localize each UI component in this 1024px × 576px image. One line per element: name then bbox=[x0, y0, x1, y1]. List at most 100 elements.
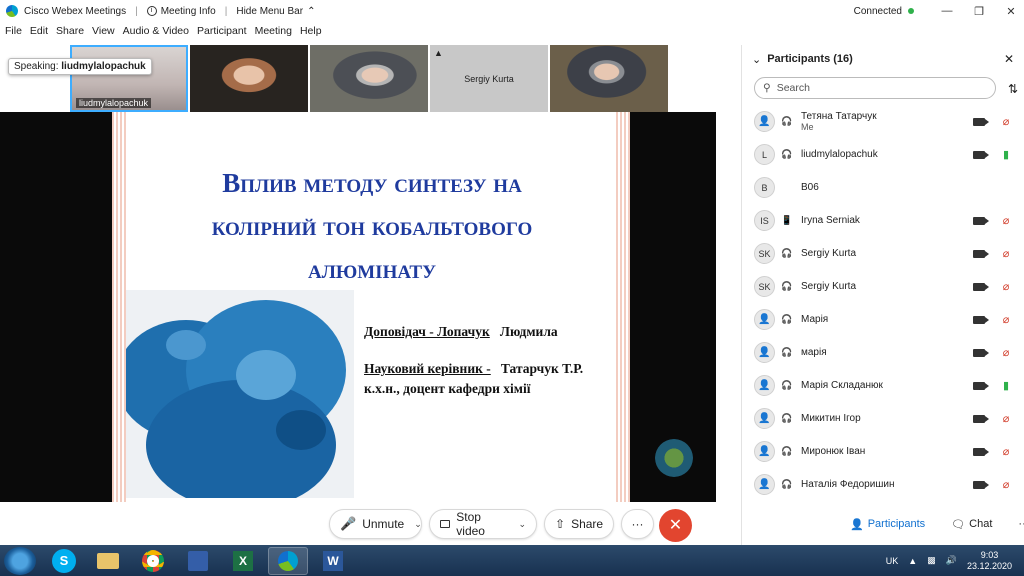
close-panel-button[interactable]: ✕ bbox=[1004, 52, 1014, 66]
menu-edit[interactable]: Edit bbox=[26, 25, 52, 42]
participant-row[interactable]: 👤 🎧 Марія ⌀ bbox=[742, 303, 1024, 336]
restore-button[interactable]: ❐ bbox=[966, 5, 992, 18]
participants-tab-label: Participants bbox=[867, 518, 926, 530]
participant-status: ⌀ bbox=[973, 313, 1011, 326]
video-tile[interactable] bbox=[310, 45, 428, 112]
participant-row[interactable]: B B06 bbox=[742, 171, 1024, 204]
headset-icon: 🎧 bbox=[781, 314, 793, 324]
shared-content-stage: Вплив методу синтезу на колірний тон коб… bbox=[0, 112, 741, 502]
mic-on-icon[interactable]: ▮ bbox=[1001, 148, 1011, 161]
chevron-down-icon[interactable]: ⌄ bbox=[414, 519, 422, 530]
mic-muted-icon[interactable]: ⌀ bbox=[1001, 214, 1011, 227]
webex-taskbar-icon[interactable] bbox=[268, 546, 308, 575]
video-tile[interactable]: liudmylalopachuk bbox=[70, 45, 188, 112]
warning-icon: ▲ bbox=[434, 48, 443, 58]
mic-muted-icon: 🎤 bbox=[340, 516, 357, 531]
video-camera-icon bbox=[973, 249, 989, 258]
slide-title-line: алюмінату bbox=[307, 254, 437, 284]
word-taskbar-icon[interactable]: W bbox=[313, 547, 353, 575]
avatar: 👤 bbox=[754, 441, 775, 462]
hide-menu-bar-button[interactable]: Hide Menu Bar ⌃ bbox=[236, 6, 315, 17]
minimize-button[interactable]: — bbox=[934, 5, 960, 17]
mic-muted-icon[interactable]: ⌀ bbox=[1001, 445, 1011, 458]
network-icon[interactable]: ▩ bbox=[927, 555, 936, 566]
participant-row[interactable]: 👤 🎧 марія ⌀ bbox=[742, 336, 1024, 369]
more-icon: ··· bbox=[631, 517, 644, 531]
mic-muted-icon[interactable]: ⌀ bbox=[1001, 346, 1011, 359]
mic-muted-icon[interactable]: ⌀ bbox=[1001, 115, 1011, 128]
share-button[interactable]: ⇧ Share bbox=[544, 509, 614, 539]
video-tile[interactable] bbox=[550, 45, 668, 112]
language-indicator[interactable]: UK bbox=[886, 556, 899, 566]
participant-name-text: liudmylalopachuk bbox=[801, 149, 878, 160]
mic-muted-icon[interactable]: ⌀ bbox=[1001, 247, 1011, 260]
start-button[interactable] bbox=[4, 546, 36, 575]
chevron-down-icon[interactable]: ⌄ bbox=[518, 519, 526, 530]
menu-share[interactable]: Share bbox=[52, 25, 88, 42]
avatar: 👤 bbox=[754, 474, 775, 495]
video-camera-icon bbox=[973, 315, 989, 324]
webex-logo-icon bbox=[6, 5, 18, 17]
video-tile[interactable]: ▲ Sergiy Kurta bbox=[430, 45, 548, 112]
app-title: Cisco Webex Meetings bbox=[24, 5, 127, 17]
participants-tab-button[interactable]: 👤 Participants bbox=[842, 512, 933, 537]
file-explorer-taskbar-icon[interactable] bbox=[88, 547, 128, 575]
participant-row[interactable]: SK 🎧 Sergiy Kurta ⌀ bbox=[742, 270, 1024, 303]
mic-muted-icon[interactable]: ⌀ bbox=[1001, 313, 1011, 326]
chrome-taskbar-icon[interactable] bbox=[133, 547, 173, 575]
avatar: SK bbox=[754, 276, 775, 297]
phone-icon: 📱 bbox=[781, 215, 793, 225]
participant-name-text: марія bbox=[801, 347, 827, 358]
slide-title: Вплив методу синтезу на колірний тон коб… bbox=[132, 162, 612, 291]
more-icon: ··· bbox=[1018, 518, 1024, 530]
collapse-chevron-icon[interactable]: ⌄ bbox=[752, 53, 761, 66]
chat-icon: 🗨 bbox=[951, 518, 966, 531]
close-window-button[interactable]: ✕ bbox=[998, 5, 1024, 18]
chat-tab-button[interactable]: 🗨 Chat bbox=[943, 512, 1000, 537]
meeting-info-button[interactable]: i Meeting Info bbox=[146, 6, 216, 17]
stop-video-button[interactable]: Stop video ⌄ bbox=[429, 509, 537, 539]
windows-taskbar: S X W UK ▲ ▩ 🔊 9:03 23.12.2020 bbox=[0, 545, 1024, 576]
avatar: 👤 bbox=[754, 111, 775, 132]
more-options-button[interactable]: ··· bbox=[621, 509, 654, 539]
participants-header: ⌄ Participants (16) ✕ bbox=[742, 45, 1024, 73]
menu-help[interactable]: Help bbox=[296, 25, 326, 42]
participant-row[interactable]: IS 📱 Iryna Serniak ⌀ bbox=[742, 204, 1024, 237]
mic-muted-icon[interactable]: ⌀ bbox=[1001, 280, 1011, 293]
menu-audio-video[interactable]: Audio & Video bbox=[119, 25, 193, 42]
chevron-up-icon: ⌃ bbox=[307, 5, 316, 17]
mic-on-icon[interactable]: ▮ bbox=[1001, 379, 1011, 392]
menu-file[interactable]: File bbox=[0, 25, 26, 42]
sort-icon[interactable]: ⇅ bbox=[1008, 82, 1018, 96]
menu-view[interactable]: View bbox=[88, 25, 119, 42]
save-floppy-taskbar-icon[interactable] bbox=[178, 547, 218, 575]
presentation-slide: Вплив методу синтезу на колірний тон коб… bbox=[112, 112, 630, 502]
excel-taskbar-icon[interactable]: X bbox=[223, 547, 263, 575]
video-camera-icon bbox=[973, 480, 989, 489]
participant-row[interactable]: L 🎧 liudmylalopachuk ▮ bbox=[742, 138, 1024, 171]
headset-icon: 🎧 bbox=[781, 413, 793, 423]
panel-more-button[interactable]: ··· bbox=[1010, 512, 1024, 536]
participant-row[interactable]: 👤 🎧 Миронюк Іван ⌀ bbox=[742, 435, 1024, 468]
participant-row[interactable]: 👤 🎧 Марія Складанюк ▮ bbox=[742, 369, 1024, 402]
speaking-label: Speaking: bbox=[14, 61, 59, 72]
tray-arrow-icon[interactable]: ▲ bbox=[908, 556, 917, 566]
skype-taskbar-icon[interactable]: S bbox=[52, 548, 76, 573]
participant-row[interactable]: 👤 🎧 Микитин Ігор ⌀ bbox=[742, 402, 1024, 435]
participant-row[interactable]: SK 🎧 Sergiy Kurta ⌀ bbox=[742, 237, 1024, 270]
mic-muted-icon[interactable]: ⌀ bbox=[1001, 412, 1011, 425]
video-camera-icon bbox=[973, 216, 989, 225]
end-meeting-button[interactable]: ✕ bbox=[659, 509, 692, 542]
participant-search-field[interactable]: ⚲ Search bbox=[754, 77, 996, 99]
headset-icon: 🎧 bbox=[781, 347, 793, 357]
menu-participant[interactable]: Participant bbox=[193, 25, 251, 42]
video-tile[interactable] bbox=[190, 45, 308, 112]
participant-row[interactable]: 👤 🎧 Тетяна Татарчук Me ⌀ bbox=[742, 105, 1024, 138]
unmute-button[interactable]: 🎤 Unmute ⌄ bbox=[329, 509, 422, 539]
hide-menu-label: Hide Menu Bar bbox=[236, 5, 304, 17]
mic-muted-icon[interactable]: ⌀ bbox=[1001, 478, 1011, 491]
participant-row[interactable]: 👤 🎧 Наталія Федоришин ⌀ bbox=[742, 468, 1024, 501]
speaker-icon[interactable]: 🔊 bbox=[946, 555, 957, 566]
clock[interactable]: 9:03 23.12.2020 bbox=[967, 550, 1012, 572]
menu-meeting[interactable]: Meeting bbox=[251, 25, 296, 42]
